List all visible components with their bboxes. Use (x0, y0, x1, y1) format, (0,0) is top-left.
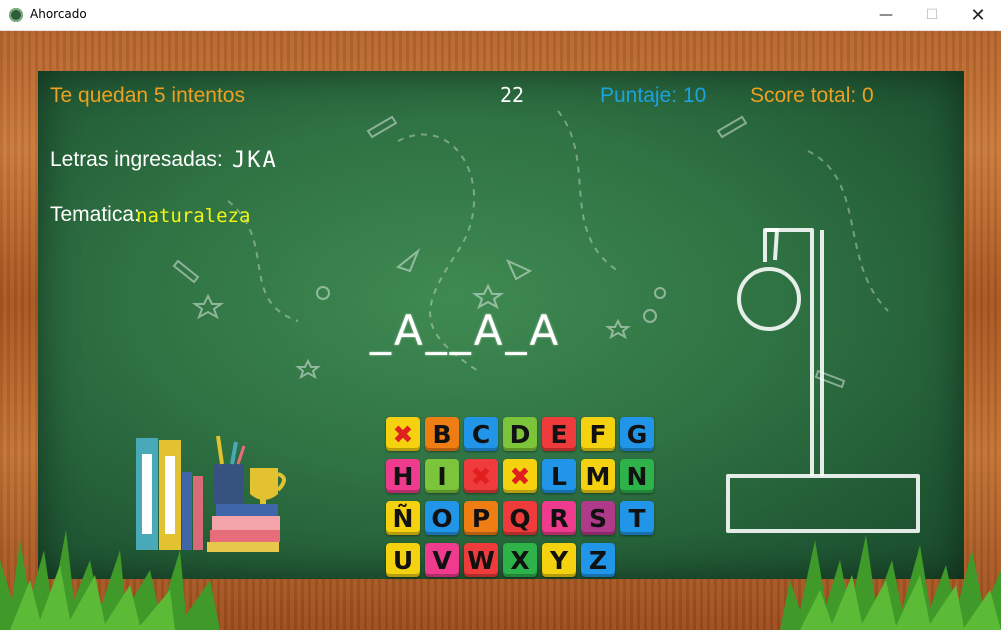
key-l[interactable]: L (542, 459, 576, 493)
maximize-button[interactable]: ☐ (909, 0, 955, 30)
entered-letters-label: Letras ingresadas: (50, 148, 223, 171)
key-n[interactable]: N (620, 459, 654, 493)
attempts-remaining: Te quedan 5 intentos (50, 84, 245, 107)
key-e[interactable]: E (542, 417, 576, 451)
window-title: Ahorcado (30, 7, 87, 21)
total-score: Score total: 0 (750, 84, 874, 107)
key-j[interactable]: ✖ (464, 459, 498, 493)
app-icon (9, 8, 23, 22)
key-h[interactable]: H (386, 459, 420, 493)
grass-decoration (0, 530, 1001, 630)
key-a[interactable]: ✖ (386, 417, 420, 451)
key-b[interactable]: B (425, 417, 459, 451)
score: Puntaje: 10 (600, 84, 707, 107)
key-f[interactable]: F (581, 417, 615, 451)
theme-value: naturaleza (136, 205, 251, 227)
timer: 22 (500, 83, 525, 107)
key-g[interactable]: G (620, 417, 654, 451)
key-i[interactable]: I (425, 459, 459, 493)
key-d[interactable]: D (503, 417, 537, 451)
hidden-word: _A__A_A (370, 306, 562, 355)
title-bar: Ahorcado — ☐ ✕ (0, 0, 1001, 31)
key-k[interactable]: ✖ (503, 459, 537, 493)
minimize-button[interactable]: — (863, 0, 909, 30)
close-button[interactable]: ✕ (955, 0, 1001, 30)
theme-label: Tematica: (50, 203, 140, 226)
entered-letters-value: JKA (232, 148, 278, 173)
key-m[interactable]: M (581, 459, 615, 493)
key-c[interactable]: C (464, 417, 498, 451)
gallows-drawing (726, 228, 920, 533)
